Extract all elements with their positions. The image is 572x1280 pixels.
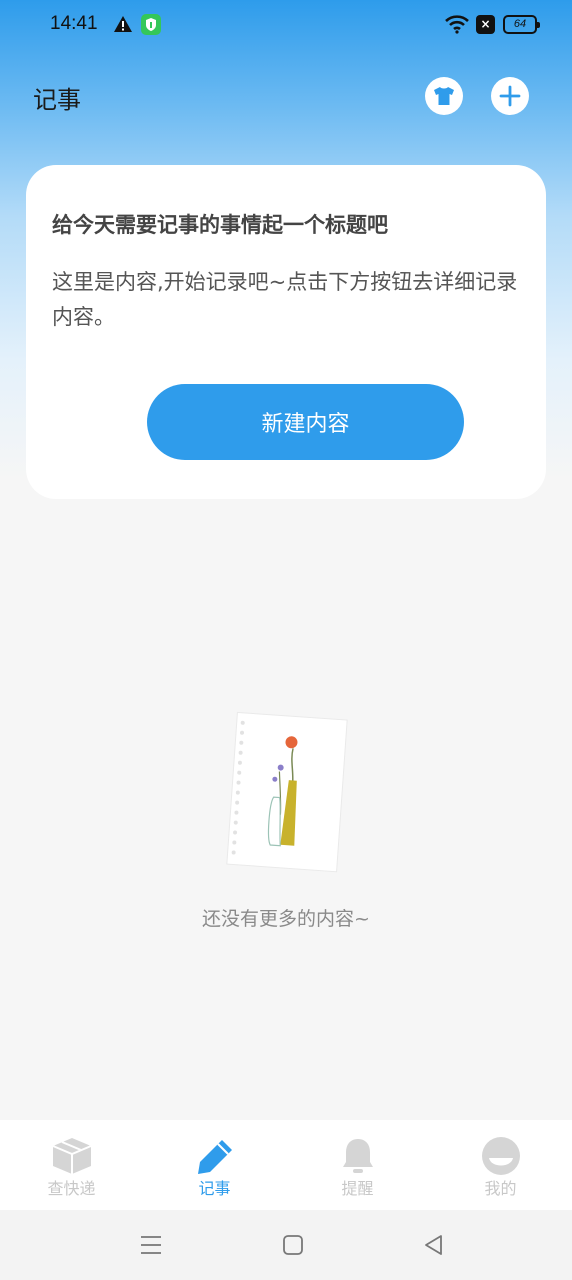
theme-button[interactable] <box>425 77 463 115</box>
system-navigation-bar <box>0 1210 572 1280</box>
back-icon[interactable] <box>421 1232 447 1258</box>
nav-item-reminder[interactable]: 提醒 <box>286 1120 429 1210</box>
card-body: 这里是内容,开始记录吧~点击下方按钮去详细记录内容。 <box>52 270 518 329</box>
shield-icon <box>141 14 161 35</box>
plus-icon <box>499 85 521 107</box>
bottom-nav: 查快递 记事 提醒 我的 <box>0 1120 572 1210</box>
note-card: 给今天需要记事的事情起一个标题吧 这里是内容,开始记录吧~点击下方按钮去详细记录… <box>26 165 546 499</box>
nav-item-mine[interactable]: 我的 <box>429 1120 572 1210</box>
wifi-icon <box>445 15 469 34</box>
nav-label: 记事 <box>198 1179 231 1198</box>
nav-label: 提醒 <box>341 1179 374 1198</box>
nav-item-express[interactable]: 查快递 <box>0 1120 143 1210</box>
status-time: 14:41 <box>50 13 98 34</box>
status-bar: 14:41 × 64 <box>0 0 572 52</box>
page-title: 记事 <box>33 86 81 114</box>
bell-icon <box>342 1139 373 1173</box>
nav-label: 我的 <box>484 1179 517 1198</box>
add-button[interactable] <box>491 77 529 115</box>
flower-vase-illustration <box>226 711 348 873</box>
card-title: 给今天需要记事的事情起一个标题吧 <box>52 213 388 237</box>
pencil-icon <box>197 1140 232 1174</box>
battery-icon: 64 <box>503 15 540 34</box>
battery-level: 64 <box>513 18 527 30</box>
home-icon[interactable] <box>280 1232 306 1258</box>
tshirt-icon <box>434 87 454 105</box>
new-content-button[interactable]: 新建内容 <box>147 384 464 460</box>
empty-state-text: 还没有更多的内容~ <box>202 908 370 930</box>
package-icon <box>52 1138 91 1174</box>
nav-item-notes[interactable]: 记事 <box>143 1120 286 1210</box>
x-icon: × <box>476 15 495 34</box>
profile-icon <box>481 1137 520 1175</box>
warning-icon <box>114 16 132 32</box>
nav-label: 查快递 <box>47 1179 96 1198</box>
menu-icon[interactable] <box>138 1232 164 1258</box>
